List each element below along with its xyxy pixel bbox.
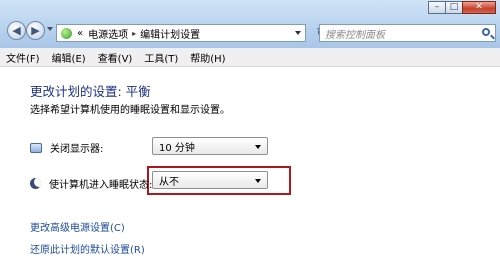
monitor-icon: [30, 142, 42, 153]
main-content: 更改计划的设置: 平衡 选择希望计算机使用的睡眠设置和显示设置。 关闭显示器: …: [0, 67, 500, 258]
advanced-power-settings-link[interactable]: 更改高级电源设置(C): [30, 219, 125, 234]
back-arrow-icon: ◀: [12, 24, 21, 37]
chevron-down-icon: [255, 179, 261, 183]
restore-defaults-link[interactable]: 还原此计划的默认设置(R): [30, 241, 145, 256]
close-button[interactable]: ✕: [462, 1, 496, 14]
sleep-label: 使计算机进入睡眠状态:: [49, 180, 153, 191]
breadcrumb-power-options[interactable]: 电源选项: [88, 26, 128, 41]
forward-button[interactable]: ▶: [26, 21, 45, 40]
menu-view[interactable]: 查看(V): [98, 50, 133, 65]
address-bar[interactable]: « 电源选项 ▸ 编辑计划设置: [56, 24, 306, 42]
menu-help[interactable]: 帮助(H): [190, 50, 225, 65]
sleep-value: 从不: [159, 176, 179, 188]
breadcrumb-separator-icon[interactable]: ▸: [132, 29, 136, 38]
search-icon[interactable]: [482, 28, 490, 36]
search-input[interactable]: 搜索控制面板: [325, 26, 385, 41]
window-controls: – □ ✕: [428, 1, 496, 15]
menu-file[interactable]: 文件(F): [6, 50, 40, 65]
page-title: 更改计划的设置: 平衡: [30, 84, 151, 99]
display-off-row: 关闭显示器:: [30, 140, 103, 155]
sleep-row: 使计算机进入睡眠状态:: [30, 176, 152, 191]
breadcrumb-prefix[interactable]: «: [77, 28, 83, 39]
breadcrumb-edit-plan[interactable]: 编辑计划设置: [140, 26, 200, 41]
forward-arrow-icon: ▶: [31, 24, 40, 37]
menu-bar: 文件(F) 编辑(E) 查看(V) 工具(T) 帮助(H): [0, 48, 500, 67]
display-off-dropdown[interactable]: 10 分钟: [152, 137, 268, 155]
recent-pages-dropdown-icon[interactable]: [47, 27, 53, 31]
power-options-icon: [61, 27, 72, 39]
minimize-button[interactable]: –: [428, 1, 446, 14]
display-off-value: 10 分钟: [159, 142, 195, 154]
search-box[interactable]: 搜索控制面板: [319, 24, 496, 42]
menu-tools[interactable]: 工具(T): [144, 50, 178, 65]
back-button[interactable]: ◀: [7, 21, 26, 40]
sleep-moon-icon: [30, 178, 41, 189]
address-dropdown-icon[interactable]: [295, 31, 301, 35]
display-off-label: 关闭显示器:: [50, 144, 104, 155]
sleep-dropdown[interactable]: 从不: [152, 171, 268, 189]
chevron-down-icon: [255, 145, 261, 149]
menu-edit[interactable]: 编辑(E): [52, 50, 86, 65]
maximize-button[interactable]: □: [445, 1, 463, 14]
window-chrome: – □ ✕ ◀ ▶ « 电源选项 ▸ 编辑计划设置 ↻ 搜索控制面板: [0, 0, 500, 48]
page-subtitle: 选择希望计算机使用的睡眠设置和显示设置。: [30, 105, 230, 116]
